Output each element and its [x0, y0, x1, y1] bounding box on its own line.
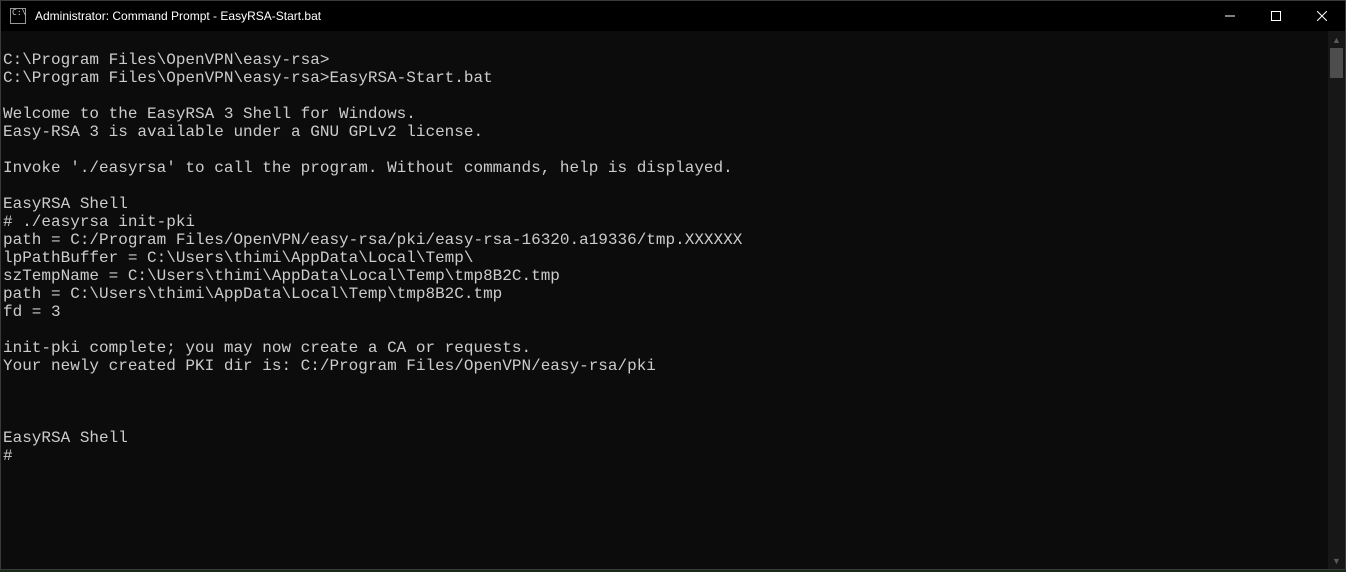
terminal-line: init-pki complete; you may now create a … [3, 339, 1328, 357]
terminal-line [3, 411, 1328, 429]
terminal-line: fd = 3 [3, 303, 1328, 321]
terminal-line [3, 375, 1328, 393]
terminal-line: EasyRSA Shell [3, 429, 1328, 447]
window-controls [1207, 1, 1345, 31]
terminal-line: Your newly created PKI dir is: C:/Progra… [3, 357, 1328, 375]
terminal-line [3, 141, 1328, 159]
terminal-content[interactable]: C:\Program Files\OpenVPN\easy-rsa>C:\Pro… [1, 33, 1328, 569]
scrollbar-thumb[interactable] [1330, 48, 1343, 78]
cursor [13, 449, 22, 465]
close-button[interactable] [1299, 1, 1345, 31]
terminal-line: C:\Program Files\OpenVPN\easy-rsa> [3, 51, 1328, 69]
command-prompt-window: Administrator: Command Prompt - EasyRSA-… [0, 0, 1346, 570]
terminal-line: Invoke './easyrsa' to call the program. … [3, 159, 1328, 177]
terminal-line: Welcome to the EasyRSA 3 Shell for Windo… [3, 105, 1328, 123]
scroll-down-arrow-icon[interactable]: ▼ [1328, 552, 1345, 569]
window-title: Administrator: Command Prompt - EasyRSA-… [31, 9, 1207, 23]
title-bar[interactable]: Administrator: Command Prompt - EasyRSA-… [1, 1, 1345, 31]
scroll-up-arrow-icon[interactable]: ▲ [1328, 31, 1345, 48]
terminal-line: szTempName = C:\Users\thimi\AppData\Loca… [3, 267, 1328, 285]
terminal-line: path = C:\Users\thimi\AppData\Local\Temp… [3, 285, 1328, 303]
terminal-line: lpPathBuffer = C:\Users\thimi\AppData\Lo… [3, 249, 1328, 267]
terminal-line [3, 393, 1328, 411]
terminal-line: path = C:/Program Files/OpenVPN/easy-rsa… [3, 231, 1328, 249]
terminal-line: # [3, 447, 1328, 465]
terminal-line [3, 33, 1328, 51]
terminal-line [3, 87, 1328, 105]
terminal-area[interactable]: C:\Program Files\OpenVPN\easy-rsa>C:\Pro… [1, 31, 1345, 569]
app-icon-wrap [1, 8, 31, 24]
terminal-line: # ./easyrsa init-pki [3, 213, 1328, 231]
cmd-icon [10, 8, 26, 24]
terminal-line: C:\Program Files\OpenVPN\easy-rsa>EasyRS… [3, 69, 1328, 87]
minimize-button[interactable] [1207, 1, 1253, 31]
terminal-line [3, 321, 1328, 339]
vertical-scrollbar[interactable]: ▲ ▼ [1328, 31, 1345, 569]
maximize-button[interactable] [1253, 1, 1299, 31]
terminal-line: EasyRSA Shell [3, 195, 1328, 213]
terminal-line [3, 177, 1328, 195]
terminal-line: Easy-RSA 3 is available under a GNU GPLv… [3, 123, 1328, 141]
scrollbar-track[interactable] [1328, 48, 1345, 552]
